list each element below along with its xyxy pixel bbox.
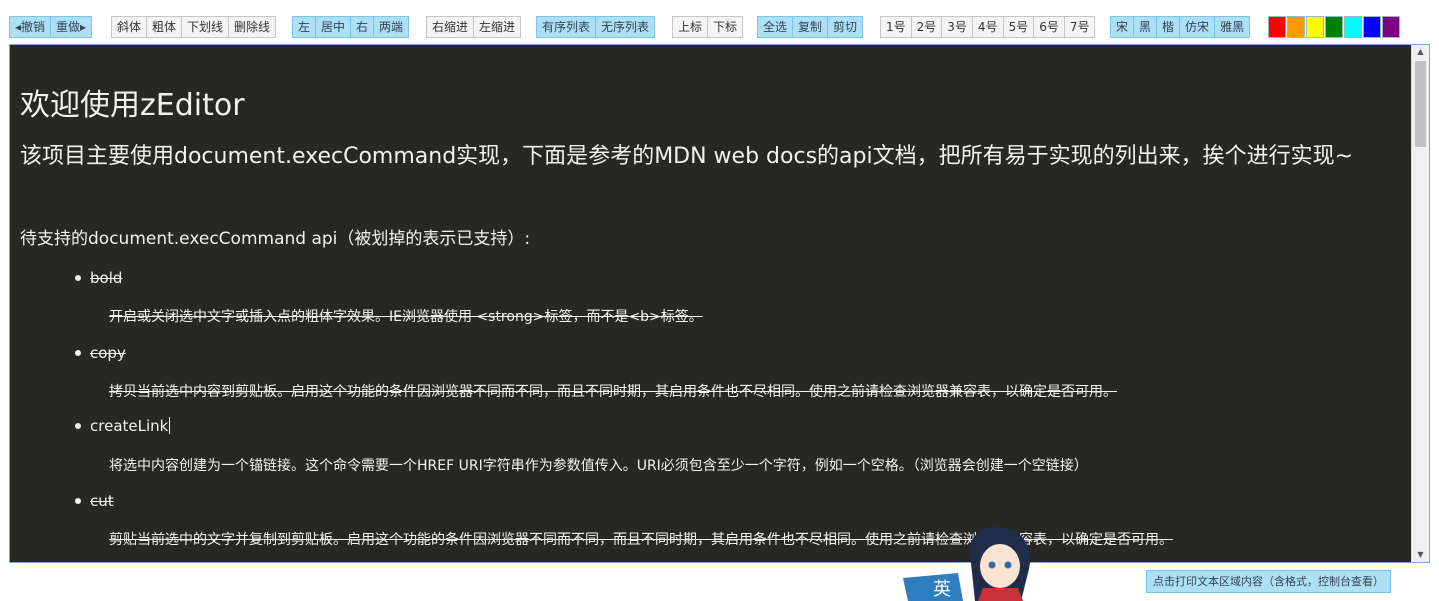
- list-item: createLink: [75, 417, 171, 435]
- align-right-button[interactable]: 右: [350, 16, 375, 38]
- align-justify-button[interactable]: 两端: [373, 16, 410, 38]
- font-size-6-button[interactable]: 6号: [1033, 16, 1065, 38]
- mascot-image: 英: [903, 527, 1031, 601]
- indent-group: 右缩进 左缩进: [426, 16, 522, 38]
- font-size-3-button[interactable]: 3号: [941, 16, 973, 38]
- list-item: cut: [75, 492, 114, 510]
- clipboard-group: 全选 复制 剪切: [757, 16, 864, 38]
- strikethrough-button[interactable]: 删除线: [228, 16, 277, 38]
- document-subtitle: 该项目主要使用document.execCommand实现，下面是参考的MDN …: [20, 144, 1354, 169]
- mascot-badge-label: 英: [933, 579, 951, 600]
- list-item: bold: [75, 269, 123, 287]
- bullet-icon: [75, 423, 81, 429]
- list-item: copy: [75, 344, 126, 362]
- color-swatch-purple[interactable]: [1382, 16, 1400, 38]
- vertical-scrollbar[interactable]: ▲ ▼: [1411, 45, 1429, 562]
- underline-button[interactable]: 下划线: [181, 16, 230, 38]
- api-description: 开启或关闭选中文字或插入点的粗体字效果。IE浏览器使用 <strong>标签，而…: [109, 309, 703, 325]
- font-size-7-button[interactable]: 7号: [1063, 16, 1096, 38]
- copy-button[interactable]: 复制: [792, 16, 829, 38]
- font-size-2-button[interactable]: 2号: [910, 16, 943, 38]
- color-swatches: [1268, 16, 1401, 38]
- bullet-icon: [75, 350, 81, 356]
- align-group: 左 居中 右 两端: [292, 16, 410, 38]
- font-size-group: 1号 2号 3号 4号 5号 6号 7号: [880, 16, 1096, 38]
- font-size-1-button[interactable]: 1号: [880, 16, 912, 38]
- font-size-5-button[interactable]: 5号: [1002, 16, 1035, 38]
- align-center-button[interactable]: 居中: [315, 16, 352, 38]
- api-description: 将选中内容创建为一个锚链接。这个命令需要一个HREF URI字符串作为参数值传入…: [109, 458, 1088, 474]
- editor-toolbar: ◂撤销 重做▸ 斜体 粗体 下划线 删除线 左 居中 右 两端 右缩进 左缩进 …: [0, 0, 1439, 44]
- select-all-button[interactable]: 全选: [757, 16, 794, 38]
- list-group: 有序列表 无序列表: [536, 16, 656, 38]
- font-kai-button[interactable]: 楷: [1156, 16, 1181, 38]
- undo-button[interactable]: ◂撤销: [9, 16, 52, 38]
- font-fangsong-button[interactable]: 仿宋: [1179, 16, 1216, 38]
- mascot-eye-right: [1004, 561, 1012, 569]
- redo-button[interactable]: 重做▸: [50, 16, 93, 38]
- script-group: 上标 下标: [672, 16, 744, 38]
- history-group: ◂撤销 重做▸: [9, 16, 93, 38]
- api-description: 拷贝当前选中内容到剪贴板。启用这个功能的条件因浏览器不同而不同，而且不同时期，其…: [109, 384, 1117, 400]
- color-swatch-cyan[interactable]: [1344, 16, 1362, 38]
- scrollbar-thumb[interactable]: [1415, 61, 1426, 147]
- api-name: copy: [90, 344, 126, 362]
- font-size-4-button[interactable]: 4号: [971, 16, 1004, 38]
- unordered-list-button[interactable]: 无序列表: [595, 16, 656, 38]
- font-hei-button[interactable]: 黑: [1133, 16, 1158, 38]
- mascot-face: [980, 544, 1020, 588]
- editor-area[interactable]: 欢迎使用zEditor 该项目主要使用document.execCommand实…: [9, 44, 1430, 563]
- api-name: createLink: [90, 417, 169, 435]
- italic-button[interactable]: 斜体: [111, 16, 148, 38]
- color-swatch-blue[interactable]: [1363, 16, 1381, 38]
- print-content-button[interactable]: 点击打印文本区域内容（含格式，控制台查看）: [1146, 570, 1391, 593]
- mascot-eye-left: [988, 561, 996, 569]
- cut-button[interactable]: 剪切: [827, 16, 864, 38]
- font-song-button[interactable]: 宋: [1110, 16, 1135, 38]
- color-swatch-orange[interactable]: [1287, 16, 1305, 38]
- font-family-group: 宋 黑 楷 仿宋 雅黑: [1110, 16, 1251, 38]
- intro-text: 待支持的document.execCommand api（被划掉的表示已支持）:: [20, 229, 531, 249]
- color-swatch-red[interactable]: [1268, 16, 1286, 38]
- text-cursor: [169, 417, 171, 434]
- subscript-button[interactable]: 下标: [707, 16, 744, 38]
- bold-button[interactable]: 粗体: [146, 16, 183, 38]
- ordered-list-button[interactable]: 有序列表: [536, 16, 597, 38]
- outdent-button[interactable]: 左缩进: [473, 16, 522, 38]
- api-name: cut: [90, 492, 114, 510]
- api-name: bold: [90, 269, 123, 287]
- indent-button[interactable]: 右缩进: [426, 16, 475, 38]
- font-style-group: 斜体 粗体 下划线 删除线: [111, 16, 277, 38]
- scroll-up-icon[interactable]: ▲: [1412, 45, 1429, 59]
- mascot-ribbon: [978, 588, 1023, 601]
- superscript-button[interactable]: 上标: [672, 16, 709, 38]
- align-left-button[interactable]: 左: [292, 16, 317, 38]
- color-swatch-green[interactable]: [1325, 16, 1343, 38]
- document-title: 欢迎使用zEditor: [20, 88, 245, 123]
- scroll-down-icon[interactable]: ▼: [1412, 548, 1429, 562]
- font-yahei-button[interactable]: 雅黑: [1214, 16, 1251, 38]
- bullet-icon: [75, 498, 81, 504]
- color-swatch-yellow[interactable]: [1306, 16, 1324, 38]
- bullet-icon: [75, 275, 81, 281]
